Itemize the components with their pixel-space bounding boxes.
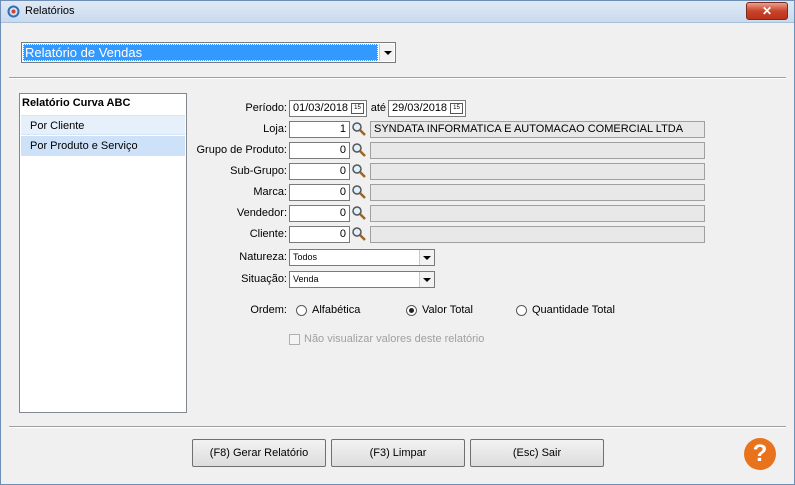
search-icon[interactable] — [351, 142, 367, 158]
chevron-down-icon[interactable] — [379, 44, 394, 61]
report-type-select[interactable]: Relatório de Vendas — [21, 42, 396, 63]
vendedor-desc-field — [370, 205, 705, 222]
vendedor-label: Vendedor: — [236, 207, 287, 219]
cliente-field[interactable]: 0 — [289, 226, 350, 243]
periodo-from-value: 01/03/2018 — [293, 102, 349, 114]
calendar-icon[interactable]: 15 — [450, 103, 463, 114]
list-item-por-produto[interactable]: Por Produto e Serviço — [21, 136, 185, 156]
grupo-produto-desc-field — [370, 142, 705, 159]
ordem-valor-total-radio[interactable] — [406, 305, 417, 316]
sub-grupo-field[interactable]: 0 — [289, 163, 350, 180]
ordem-quantidade-total-radio[interactable] — [516, 305, 527, 316]
sub-grupo-desc-field — [370, 163, 705, 180]
app-icon — [7, 5, 20, 18]
marca-label: Marca: — [253, 186, 287, 198]
hide-values-checkbox[interactable] — [289, 334, 300, 345]
grupo-produto-label: Grupo de Produto: — [196, 144, 287, 156]
limpar-button[interactable]: (F3) Limpar — [331, 439, 465, 467]
periodo-to-value: 29/03/2018 — [392, 102, 448, 114]
ordem-quantidade-total-label[interactable]: Quantidade Total — [532, 304, 615, 316]
window-content: Relatório de Vendas Relatório Curva ABC … — [5, 24, 790, 481]
chevron-down-icon[interactable] — [419, 250, 434, 265]
loja-label: Loja: — [263, 123, 287, 135]
periodo-to-label: até — [370, 102, 386, 114]
vendedor-field[interactable]: 0 — [289, 205, 350, 222]
periodo-to-field[interactable]: 29/03/2018 15 — [388, 100, 466, 117]
loja-desc-field: SYNDATA INFORMATICA E AUTOMACAO COMERCIA… — [370, 121, 705, 138]
cliente-label: Cliente: — [249, 228, 287, 240]
report-type-value: Relatório de Vendas — [23, 44, 378, 61]
search-icon[interactable] — [351, 205, 367, 221]
situacao-value: Venda — [293, 274, 319, 284]
help-icon[interactable]: ? — [744, 438, 776, 470]
periodo-label: Período: — [245, 102, 287, 114]
title-bar: Relatórios ✕ — [1, 1, 794, 23]
hide-values-label: Não visualizar valores deste relatório — [304, 333, 485, 345]
sub-grupo-label: Sub-Grupo: — [230, 165, 287, 177]
calendar-icon[interactable]: 15 — [351, 103, 364, 114]
search-icon[interactable] — [351, 163, 367, 179]
report-list: Relatório Curva ABC Por Cliente Por Prod… — [19, 93, 187, 413]
situacao-label: Situação: — [241, 273, 287, 285]
periodo-from-field[interactable]: 01/03/2018 15 — [289, 100, 367, 117]
search-icon[interactable] — [351, 121, 367, 137]
divider — [9, 77, 786, 79]
ordem-valor-total-label[interactable]: Valor Total — [422, 304, 473, 316]
gerar-relatorio-button[interactable]: (F8) Gerar Relatório — [192, 439, 326, 467]
situacao-select[interactable]: Venda — [289, 271, 435, 288]
grupo-produto-field[interactable]: 0 — [289, 142, 350, 159]
natureza-value: Todos — [293, 252, 318, 262]
window-title: Relatórios — [25, 5, 75, 17]
list-item-por-cliente[interactable]: Por Cliente — [21, 115, 185, 135]
cliente-desc-field — [370, 226, 705, 243]
natureza-select[interactable]: Todos — [289, 249, 435, 266]
search-icon[interactable] — [351, 226, 367, 242]
report-list-header: Relatório Curva ABC — [22, 97, 131, 109]
ordem-alfabetica-radio[interactable] — [296, 305, 307, 316]
marca-field[interactable]: 0 — [289, 184, 350, 201]
divider — [9, 426, 786, 428]
reports-window: Relatórios ✕ Relatório de Vendas Relatór… — [0, 0, 795, 485]
ordem-label: Ordem: — [250, 304, 287, 316]
marca-desc-field — [370, 184, 705, 201]
search-icon[interactable] — [351, 184, 367, 200]
close-button[interactable]: ✕ — [746, 2, 788, 20]
ordem-alfabetica-label[interactable]: Alfabética — [312, 304, 360, 316]
natureza-label: Natureza: — [239, 251, 287, 263]
loja-field[interactable]: 1 — [289, 121, 350, 138]
chevron-down-icon[interactable] — [419, 272, 434, 287]
sair-button[interactable]: (Esc) Sair — [470, 439, 604, 467]
